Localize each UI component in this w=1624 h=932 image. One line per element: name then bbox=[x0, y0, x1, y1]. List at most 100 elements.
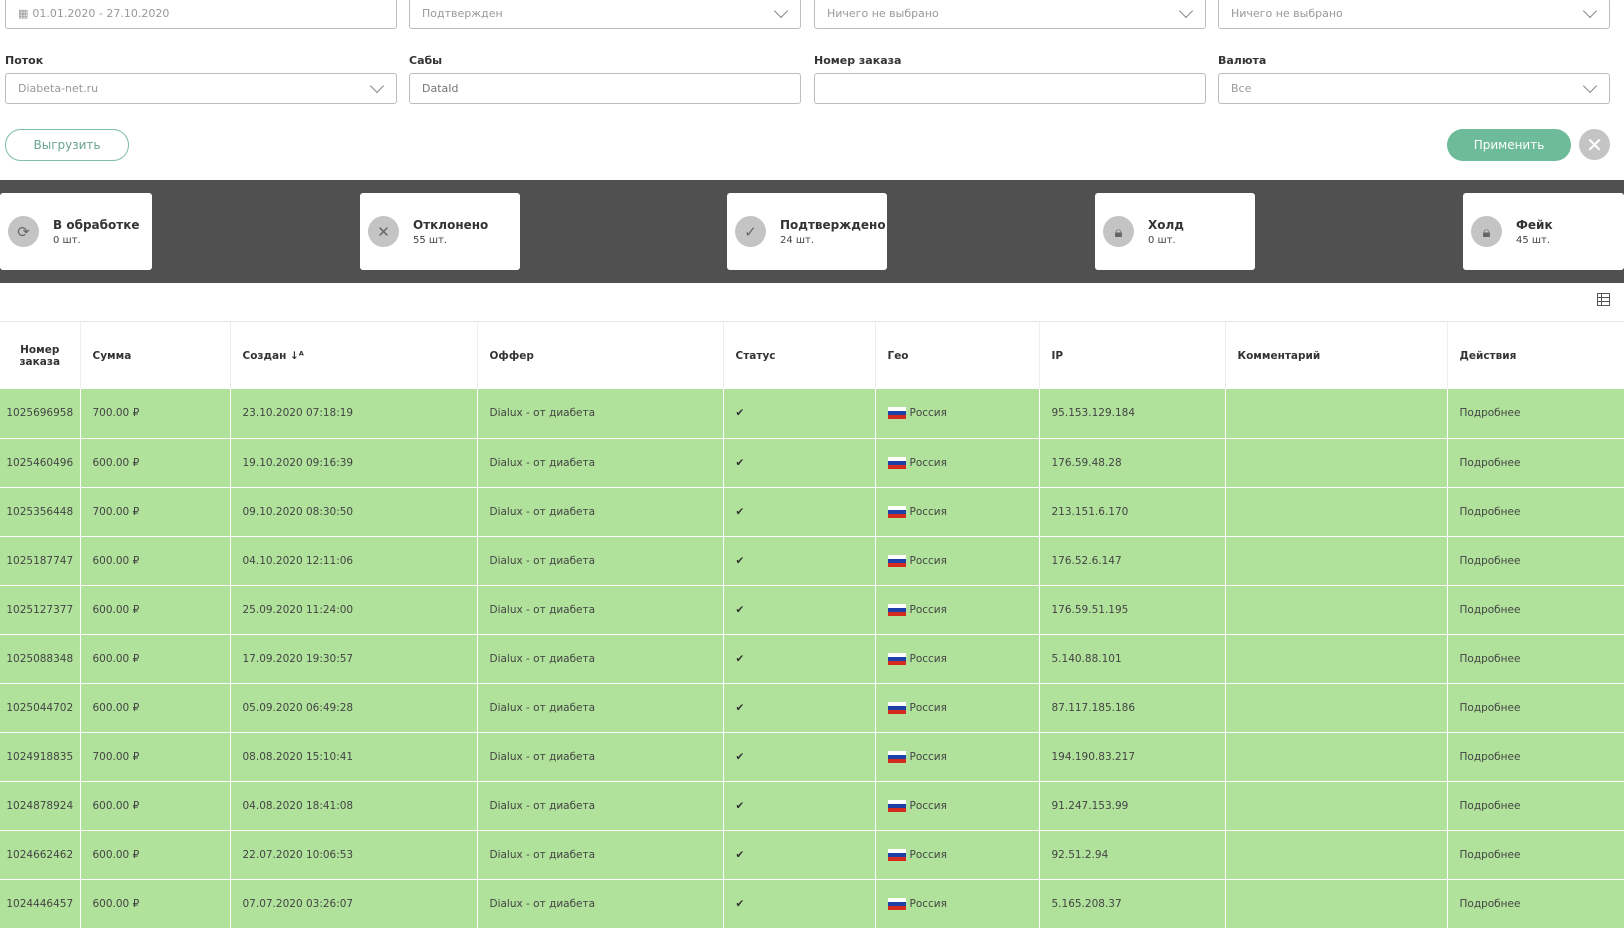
created: 05.09.2020 06:49:28 bbox=[230, 683, 478, 733]
created: 04.08.2020 18:41:08 bbox=[230, 781, 478, 831]
order-id: 1025187747 bbox=[0, 536, 81, 586]
stats-band: ⟳ В обработке 0 шт. ✕ Отклонено 55 шт. ✓ Подтве… bbox=[0, 180, 1624, 283]
created: 17.09.2020 19:30:57 bbox=[230, 634, 478, 684]
russia-flag-icon bbox=[887, 750, 906, 763]
filter3-select[interactable]: Ничего не выбрано bbox=[814, 0, 1206, 29]
chevron-down-icon bbox=[369, 78, 385, 94]
details-link[interactable]: Подробнее bbox=[1447, 389, 1624, 439]
details-link[interactable]: Подробнее bbox=[1447, 585, 1624, 635]
date-range-input[interactable]: ▦ 01.01.2020 - 27.10.2020 bbox=[5, 0, 397, 29]
table-row: 1025696958 700.00 ₽23.10.2020 07:18:19 Dia… bbox=[0, 389, 1624, 439]
details-link[interactable]: Подробнее bbox=[1447, 487, 1624, 537]
table-row: 1024918835 700.00 ₽08.08.2020 15:10:41 Dia… bbox=[0, 732, 1624, 782]
created: 04.10.2020 12:11:06 bbox=[230, 536, 478, 586]
stat-card[interactable]: 🔒︎ Холд 0 шт. bbox=[1095, 193, 1255, 270]
details-link[interactable]: Подробнее bbox=[1447, 438, 1624, 488]
table-header: Номер заказа Сумма Создан ↓ᴬ Оффер Статус Гео… bbox=[0, 322, 1624, 389]
calendar-icon: ▦ bbox=[18, 7, 29, 20]
details-link[interactable]: Подробнее bbox=[1447, 536, 1624, 586]
offer: Dialux - от диабета bbox=[477, 634, 724, 684]
stat-card[interactable]: ⟳ В обработке 0 шт. bbox=[0, 193, 152, 270]
order-label: Номер заказа bbox=[814, 54, 902, 67]
status-select[interactable]: Подтвержден bbox=[409, 0, 801, 29]
amount: 600.00 ₽ bbox=[80, 438, 231, 488]
geo: Россия bbox=[875, 585, 1040, 635]
amount: 700.00 ₽ bbox=[80, 487, 231, 537]
check-icon: ✓ bbox=[735, 216, 766, 247]
column-header[interactable]: Создан ↓ᴬ bbox=[230, 322, 478, 389]
amount: 600.00 ₽ bbox=[80, 634, 231, 684]
geo: Россия bbox=[875, 389, 1040, 439]
column-header: Гео bbox=[875, 322, 1040, 389]
offer: Dialux - от диабета bbox=[477, 732, 724, 782]
table-row: 1025460496 600.00 ₽19.10.2020 09:16:39 Dia… bbox=[0, 438, 1624, 488]
russia-flag-icon bbox=[887, 505, 906, 518]
russia-flag-icon bbox=[887, 652, 906, 665]
stat-title: В обработке bbox=[53, 217, 140, 232]
comment bbox=[1225, 438, 1448, 488]
ip: 176.59.51.195 bbox=[1039, 585, 1226, 635]
offer: Dialux - от диабета bbox=[477, 683, 724, 733]
details-link[interactable]: Подробнее bbox=[1447, 732, 1624, 782]
chevron-down-icon bbox=[1582, 78, 1598, 94]
column-header: Сумма bbox=[80, 322, 231, 389]
orders-table: Номер заказа Сумма Создан ↓ᴬ Оффер Статус Гео… bbox=[0, 322, 1624, 929]
details-link[interactable]: Подробнее bbox=[1447, 879, 1624, 929]
export-button[interactable]: Выгрузить bbox=[5, 129, 129, 161]
stat-card[interactable]: ✕ Отклонено 55 шт. bbox=[360, 193, 520, 270]
details-link[interactable]: Подробнее bbox=[1447, 781, 1624, 831]
order-id: 1024878924 bbox=[0, 781, 81, 831]
stat-card[interactable]: ✓ Подтверждено 24 шт. bbox=[727, 193, 887, 270]
comment bbox=[1225, 487, 1448, 537]
status: ✔ bbox=[723, 585, 876, 635]
order-id: 1025696958 bbox=[0, 389, 81, 439]
filter4-select[interactable]: Ничего не выбрано bbox=[1218, 0, 1610, 29]
flow-select[interactable]: Diabeta-net.ru bbox=[5, 73, 397, 104]
offer: Dialux - от диабета bbox=[477, 487, 724, 537]
status: ✔ bbox=[723, 830, 876, 880]
created: 19.10.2020 09:16:39 bbox=[230, 438, 478, 488]
russia-flag-icon bbox=[887, 799, 906, 812]
russia-flag-icon bbox=[887, 554, 906, 567]
stat-card[interactable]: 🔒︎ Фейк 45 шт. bbox=[1463, 193, 1624, 270]
stat-title: Фейк bbox=[1516, 217, 1553, 232]
order-id: 1024662462 bbox=[0, 830, 81, 880]
geo: Россия bbox=[875, 634, 1040, 684]
currency-select[interactable]: Все bbox=[1218, 73, 1610, 104]
column-header: Статус bbox=[723, 322, 876, 389]
status: ✔ bbox=[723, 634, 876, 684]
table-row: 1025187747 600.00 ₽04.10.2020 12:11:06 Dia… bbox=[0, 536, 1624, 586]
stat-count: 55 шт. bbox=[413, 234, 448, 246]
order-id: 1025044702 bbox=[0, 683, 81, 733]
ip: 95.153.129.184 bbox=[1039, 389, 1226, 439]
details-link[interactable]: Подробнее bbox=[1447, 634, 1624, 684]
russia-flag-icon bbox=[887, 848, 906, 861]
lock-icon: 🔒︎ bbox=[1103, 216, 1134, 247]
columns-icon[interactable] bbox=[1597, 293, 1610, 306]
close-icon: ✕ bbox=[1586, 132, 1603, 157]
ip: 213.151.6.170 bbox=[1039, 487, 1226, 537]
order-id: 1025356448 bbox=[0, 487, 81, 537]
stat-count: 0 шт. bbox=[53, 234, 81, 246]
stat-count: 24 шт. bbox=[780, 234, 815, 246]
subs-input[interactable] bbox=[409, 73, 801, 104]
geo: Россия bbox=[875, 487, 1040, 537]
table-row: 1024662462 600.00 ₽22.07.2020 10:06:53 Dia… bbox=[0, 830, 1624, 880]
geo: Россия bbox=[875, 830, 1040, 880]
comment bbox=[1225, 536, 1448, 586]
column-header: Действия bbox=[1447, 322, 1624, 389]
clear-filters-button[interactable]: ✕ bbox=[1579, 129, 1610, 160]
order-number-input[interactable] bbox=[814, 73, 1206, 104]
created: 09.10.2020 08:30:50 bbox=[230, 487, 478, 537]
comment bbox=[1225, 683, 1448, 733]
details-link[interactable]: Подробнее bbox=[1447, 683, 1624, 733]
apply-button[interactable]: Применить bbox=[1447, 129, 1571, 161]
stat-title: Подтверждено bbox=[780, 217, 886, 232]
chevron-down-icon bbox=[1582, 3, 1598, 19]
amount: 700.00 ₽ bbox=[80, 389, 231, 439]
details-link[interactable]: Подробнее bbox=[1447, 830, 1624, 880]
offer: Dialux - от диабета bbox=[477, 830, 724, 880]
ip: 176.59.48.28 bbox=[1039, 438, 1226, 488]
ip: 5.165.208.37 bbox=[1039, 879, 1226, 929]
chevron-down-icon bbox=[773, 3, 789, 19]
